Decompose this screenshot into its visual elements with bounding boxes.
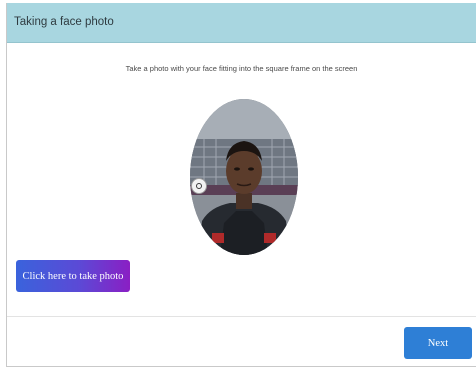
instruction-text: Take a photo with your face fitting into… [125, 64, 358, 73]
camera-icon[interactable] [191, 178, 207, 194]
face-photo-image [190, 99, 298, 255]
face-photo-preview [190, 99, 298, 255]
footer-divider [7, 316, 476, 317]
next-button[interactable]: Next [404, 327, 472, 359]
dialog-title: Taking a face photo [14, 16, 114, 28]
dialog-header: Taking a face photo [7, 3, 476, 43]
take-photo-button[interactable]: Click here to take photo [16, 260, 130, 292]
face-photo-dialog: Taking a face photo Take a photo with yo… [6, 3, 476, 367]
